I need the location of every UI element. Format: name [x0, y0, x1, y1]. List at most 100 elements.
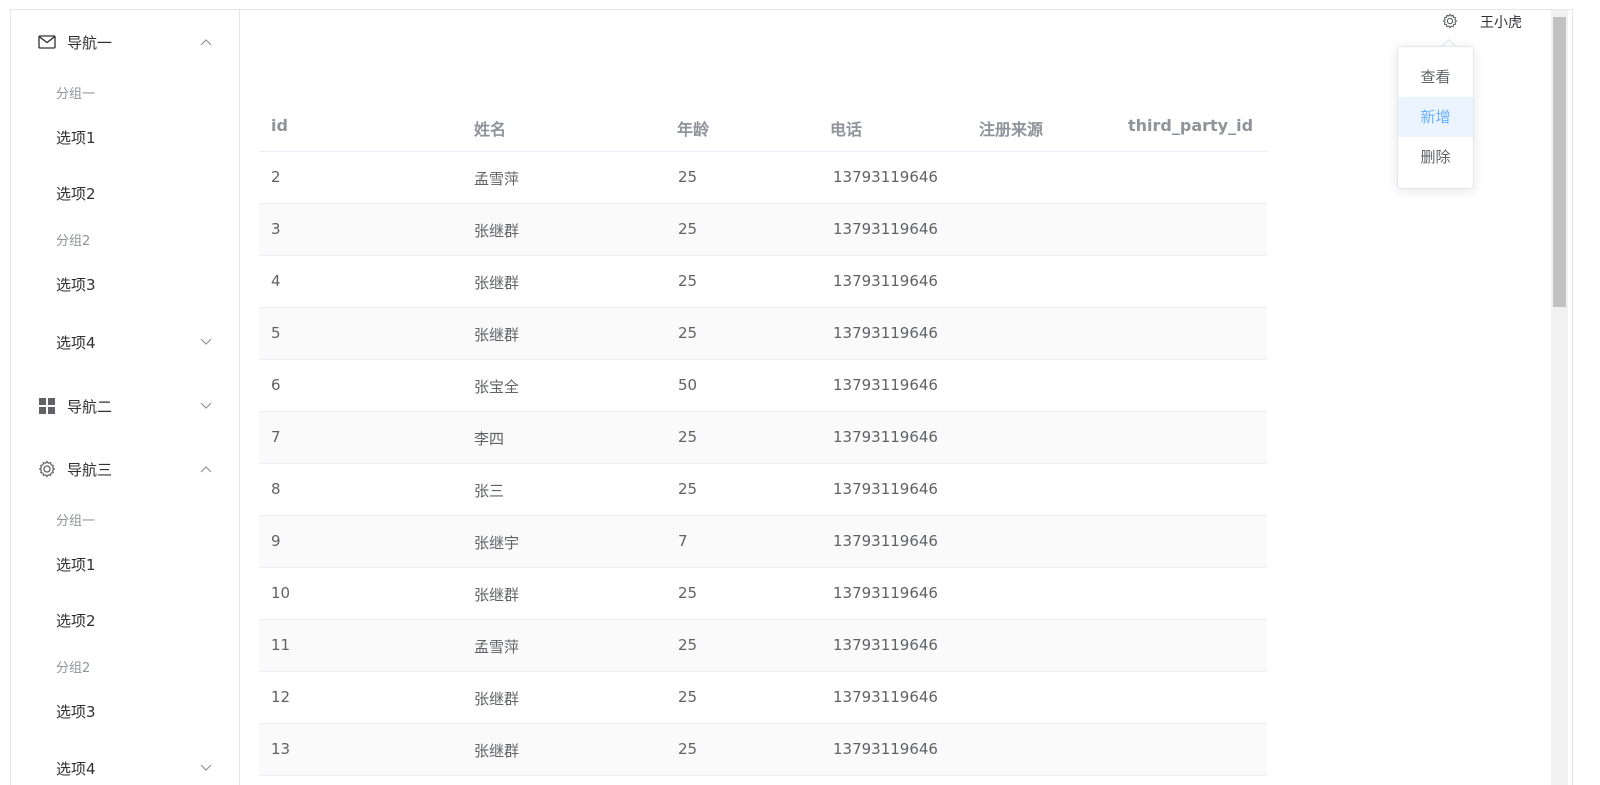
table-cell: 13793119646	[833, 428, 938, 446]
column-header-third-party-id[interactable]: third_party_id	[1128, 116, 1253, 135]
nav-two-label: 导航二	[67, 397, 113, 416]
table-row[interactable]: 6 张宝全 50 13793119646	[259, 360, 1267, 412]
menu-item-option1[interactable]: 选项1	[11, 109, 239, 165]
table-cell: 25	[678, 324, 698, 342]
table-cell: 3	[271, 220, 281, 238]
menu-item-label: 选项4	[56, 759, 96, 778]
table-cell: 张三	[474, 482, 505, 500]
menu-item-option3[interactable]: 选项3	[11, 256, 239, 312]
table-cell: 张继群	[474, 326, 520, 344]
table-cell: 25	[678, 168, 698, 186]
table-cell: 25	[678, 584, 698, 602]
table-row[interactable]: 2 孟雪萍 25 13793119646	[259, 152, 1267, 204]
table-cell: 9	[271, 532, 281, 550]
message-icon	[37, 32, 57, 52]
table-cell: 张继群	[474, 274, 520, 292]
dropdown-menu: 查看 新增 删除	[1397, 46, 1474, 189]
table-cell: 25	[678, 220, 698, 238]
table-cell: 13793119646	[833, 480, 938, 498]
sidebar-menu: 导航一 分组一 选项1 选项2 分组2 选项3 选项4 导航二 导航三 分组一 …	[11, 10, 240, 785]
table-row[interactable]: 9 张继宇 7 13793119646	[259, 516, 1267, 568]
user-table: id 姓名 年龄 电话 注册来源 third_party_id 2 孟雪萍 25 13…	[259, 100, 1267, 776]
table-row[interactable]: 10 张继群 25 13793119646	[259, 568, 1267, 620]
table-cell: 5	[271, 324, 281, 342]
chevron-down-icon	[199, 399, 213, 413]
menu-item-option2[interactable]: 选项2	[11, 592, 239, 648]
table-cell: 13793119646	[833, 636, 938, 654]
table-cell: 25	[678, 636, 698, 654]
chevron-up-icon	[199, 462, 213, 476]
table-cell: 13793119646	[833, 584, 938, 602]
dropdown-item-view[interactable]: 查看	[1398, 57, 1473, 97]
table-cell: 13793119646	[833, 532, 938, 550]
dropdown-item-delete[interactable]: 删除	[1398, 137, 1473, 177]
table-cell: 张继群	[474, 690, 520, 708]
column-header-name[interactable]: 姓名	[474, 116, 506, 140]
table-row[interactable]: 5 张继群 25 13793119646	[259, 308, 1267, 360]
table-header: id 姓名 年龄 电话 注册来源 third_party_id	[259, 100, 1267, 152]
nav-three-submenu-title[interactable]: 导航三	[11, 441, 239, 497]
table-cell: 12	[271, 688, 291, 706]
submenu-option4[interactable]: 选项4	[11, 740, 239, 785]
table-cell: 13793119646	[833, 324, 938, 342]
scrollbar-thumb[interactable]	[1553, 17, 1566, 307]
table-cell: 13793119646	[833, 168, 938, 186]
group-title: 分组一	[56, 514, 96, 529]
chevron-down-icon	[199, 335, 213, 349]
column-header-source[interactable]: 注册来源	[979, 116, 1043, 140]
table-cell: 13793119646	[833, 688, 938, 706]
table-cell: 11	[271, 636, 291, 654]
table-cell: 25	[678, 428, 698, 446]
table-cell: 6	[271, 376, 281, 394]
submenu-option4[interactable]: 选项4	[11, 314, 239, 370]
chevron-down-icon	[199, 761, 213, 775]
table-row[interactable]: 4 张继群 25 13793119646	[259, 256, 1267, 308]
table-cell: 25	[678, 740, 698, 758]
table-cell: 25	[678, 480, 698, 498]
chevron-up-icon	[199, 35, 213, 49]
table-row[interactable]: 7 李四 25 13793119646	[259, 412, 1267, 464]
table-cell: 13793119646	[833, 376, 938, 394]
table-cell: 张继群	[474, 742, 520, 760]
table-body: 2 孟雪萍 25 13793119646 3 张继群 25 13793119646 4 张继群 25…	[259, 152, 1267, 776]
nav-one-label: 导航一	[67, 33, 113, 52]
table-cell: 50	[678, 376, 698, 394]
menu-item-option2[interactable]: 选项2	[11, 165, 239, 221]
menu-item-label: 选项2	[56, 184, 96, 203]
user-name: 王小虎	[1480, 15, 1522, 31]
dropdown-item-add[interactable]: 新增	[1398, 97, 1473, 137]
table-cell: 7	[678, 532, 688, 550]
table-row[interactable]: 3 张继群 25 13793119646	[259, 204, 1267, 256]
table-row[interactable]: 12 张继群 25 13793119646	[259, 672, 1267, 724]
menu-grid-icon	[37, 396, 57, 416]
table-row[interactable]: 13 张继群 25 13793119646	[259, 724, 1267, 776]
table-cell: 张继群	[474, 586, 520, 604]
menu-item-label: 选项4	[56, 333, 96, 352]
table-row[interactable]: 8 张三 25 13793119646	[259, 464, 1267, 516]
table-cell: 孟雪萍	[474, 170, 520, 188]
table-cell: 2	[271, 168, 281, 186]
menu-item-label: 选项3	[56, 702, 96, 721]
gear-icon[interactable]	[1442, 13, 1458, 29]
column-header-age[interactable]: 年龄	[677, 116, 709, 140]
nav-one-submenu-title[interactable]: 导航一	[11, 14, 239, 70]
menu-item-option1[interactable]: 选项1	[11, 536, 239, 592]
table-cell: 4	[271, 272, 281, 290]
app-frame: 导航一 分组一 选项1 选项2 分组2 选项3 选项4 导航二 导航三 分组一 …	[10, 9, 1573, 785]
table-cell: 13793119646	[833, 740, 938, 758]
table-cell: 13	[271, 740, 291, 758]
nav-two-submenu-title[interactable]: 导航二	[11, 378, 239, 434]
column-header-id[interactable]: id	[271, 116, 288, 135]
menu-item-label: 选项2	[56, 611, 96, 630]
table-row[interactable]: 11 孟雪萍 25 13793119646	[259, 620, 1267, 672]
column-header-phone[interactable]: 电话	[830, 116, 862, 140]
table-cell: 张继宇	[474, 534, 520, 552]
table-cell: 25	[678, 272, 698, 290]
table-cell: 7	[271, 428, 281, 446]
group-title: 分组一	[56, 87, 96, 102]
table-cell: 25	[678, 688, 698, 706]
menu-item-label: 选项3	[56, 275, 96, 294]
menu-item-option3[interactable]: 选项3	[11, 683, 239, 739]
table-cell: 13793119646	[833, 220, 938, 238]
page-scrollbar[interactable]	[1551, 10, 1568, 785]
